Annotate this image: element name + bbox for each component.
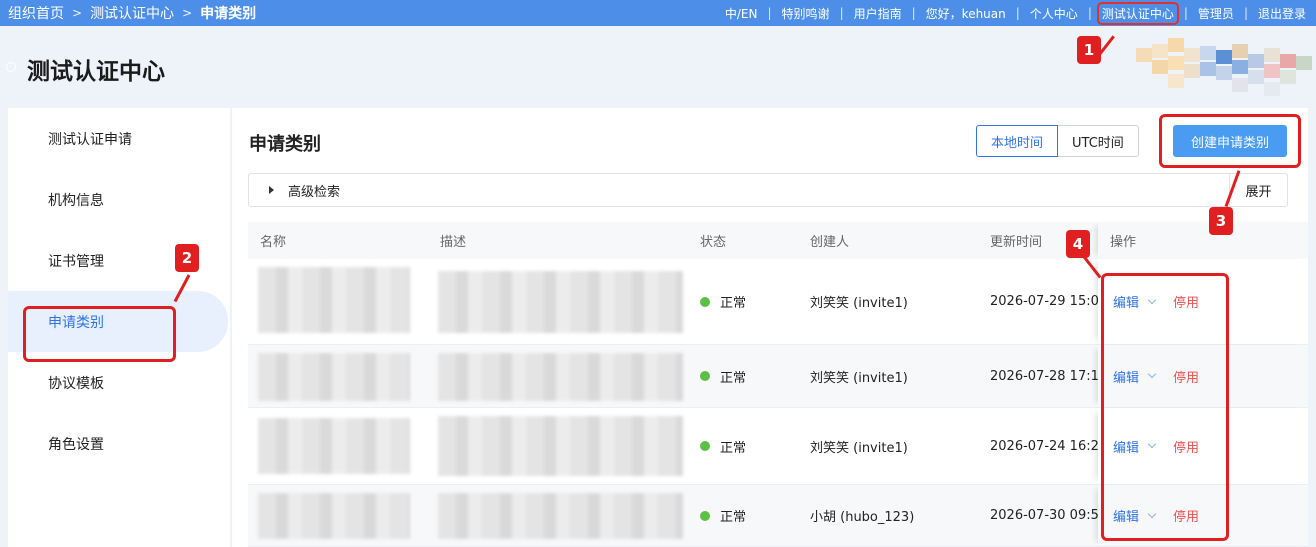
highlight-box-sidebar bbox=[23, 306, 176, 362]
status-text: 正常 bbox=[720, 370, 747, 386]
table-header: 名称 描述 状态 创建人 更新时间 操作 bbox=[248, 222, 1308, 259]
blurred-description bbox=[438, 416, 683, 476]
creator: 小胡 (hubo_123) bbox=[810, 510, 915, 525]
blurred-description bbox=[438, 353, 683, 401]
creator: 刘笑笑 (invite1) bbox=[810, 296, 908, 311]
updated-time: 2026-07-30 09:55 bbox=[990, 508, 1108, 523]
blurred-name bbox=[258, 353, 410, 401]
divider: | bbox=[1243, 6, 1248, 20]
status-dot-icon bbox=[700, 296, 710, 307]
updated-time: 2026-07-29 15:04 bbox=[990, 294, 1108, 309]
divider: | bbox=[911, 6, 916, 20]
sidebar-item-roles[interactable]: 角色设置 bbox=[8, 413, 230, 474]
language-link[interactable]: 中/EN bbox=[723, 5, 760, 22]
column-creator: 创建人 bbox=[810, 235, 850, 250]
status-text: 正常 bbox=[720, 440, 747, 456]
test-center-link[interactable]: 测试认证中心 bbox=[1096, 1, 1179, 25]
column-actions: 操作 bbox=[1098, 222, 1308, 259]
back-icon[interactable] bbox=[6, 62, 16, 72]
divider: | bbox=[1015, 6, 1020, 20]
blurred-name bbox=[258, 267, 410, 333]
annotation-badge-1: 1 bbox=[1077, 36, 1101, 64]
user-guide-link[interactable]: 用户指南 bbox=[852, 5, 904, 22]
sidebar-item-org-info[interactable]: 机构信息 bbox=[8, 169, 230, 230]
status-dot-icon bbox=[700, 441, 710, 451]
annotation-badge-3: 3 bbox=[1209, 207, 1233, 235]
column-name: 名称 bbox=[260, 235, 287, 250]
advanced-search-label: 高级检索 bbox=[288, 184, 341, 200]
divider: | bbox=[1087, 6, 1092, 20]
timezone-toggle: 本地时间 UTC时间 bbox=[976, 125, 1139, 157]
sidebar-item-application[interactable]: 测试认证申请 bbox=[8, 108, 230, 169]
column-updated: 更新时间 bbox=[990, 235, 1043, 250]
breadcrumb-home[interactable]: 组织首页 bbox=[8, 3, 64, 23]
divider: | bbox=[839, 6, 844, 20]
logout-link[interactable]: 退出登录 bbox=[1256, 5, 1308, 22]
top-links: 中/EN | 特别鸣谢 | 用户指南 | 您好，kehuan | 个人中心 | … bbox=[723, 1, 1308, 25]
page-header: 测试认证中心 bbox=[0, 26, 1316, 106]
local-time-button[interactable]: 本地时间 bbox=[976, 125, 1059, 157]
annotation-badge-4: 4 bbox=[1066, 230, 1090, 258]
divider: | bbox=[767, 6, 772, 20]
highlight-box-create bbox=[1159, 114, 1301, 168]
annotation-badge-2: 2 bbox=[175, 244, 199, 272]
expand-button[interactable]: 展开 bbox=[1229, 174, 1287, 206]
creator: 刘笑笑 (invite1) bbox=[810, 370, 908, 386]
blurred-description bbox=[438, 493, 683, 539]
status-text: 正常 bbox=[720, 296, 747, 311]
blurred-logo bbox=[1130, 34, 1316, 100]
blurred-name bbox=[258, 493, 410, 539]
top-nav: 组织首页 > 测试认证中心 > 申请类别 中/EN | 特别鸣谢 | 用户指南 … bbox=[0, 0, 1316, 26]
thanks-link[interactable]: 特别鸣谢 bbox=[780, 5, 832, 22]
utc-time-button[interactable]: UTC时间 bbox=[1058, 125, 1139, 157]
breadcrumb-center[interactable]: 测试认证中心 bbox=[90, 3, 174, 23]
status-dot-icon bbox=[700, 510, 710, 521]
updated-time: 2026-07-28 17:15 bbox=[990, 368, 1108, 384]
creator: 刘笑笑 (invite1) bbox=[810, 440, 908, 456]
chevron-right-icon: > bbox=[182, 6, 193, 20]
blurred-description bbox=[438, 271, 683, 333]
status-dot-icon bbox=[700, 371, 710, 381]
admin-link[interactable]: 管理员 bbox=[1196, 5, 1236, 22]
divider: | bbox=[1183, 6, 1188, 20]
caret-right-icon bbox=[269, 186, 274, 194]
chevron-right-icon: > bbox=[72, 6, 83, 20]
advanced-search-bar[interactable]: 高级检索 展开 bbox=[248, 173, 1288, 207]
highlight-box-actions bbox=[1101, 273, 1229, 541]
breadcrumb: 组织首页 > 测试认证中心 > 申请类别 bbox=[8, 3, 256, 23]
status-text: 正常 bbox=[720, 510, 747, 525]
column-actions-label: 操作 bbox=[1110, 235, 1137, 250]
greeting: 您好，kehuan bbox=[925, 6, 1006, 21]
column-status: 状态 bbox=[700, 235, 727, 250]
blurred-name bbox=[258, 418, 410, 474]
column-description: 描述 bbox=[440, 235, 467, 250]
updated-time: 2026-07-24 16:29 bbox=[990, 438, 1108, 454]
breadcrumb-current: 申请类别 bbox=[200, 6, 257, 22]
section-title: 申请类别 bbox=[249, 134, 321, 155]
personal-center-link[interactable]: 个人中心 bbox=[1028, 5, 1080, 22]
page-title: 测试认证中心 bbox=[27, 59, 165, 85]
